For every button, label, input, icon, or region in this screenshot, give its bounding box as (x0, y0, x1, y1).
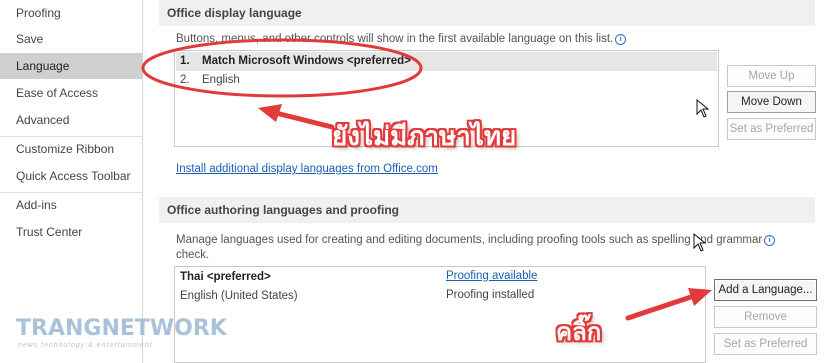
display-language-description: Buttons, menus, and other controls will … (176, 33, 627, 45)
mouse-cursor-icon (693, 233, 707, 252)
sidebar-item-customize-ribbon[interactable]: Customize Ribbon (0, 136, 142, 162)
sidebar-item-proofing[interactable]: Proofing (0, 0, 142, 26)
sidebar-item-save[interactable]: Save (0, 26, 142, 52)
install-display-languages-link[interactable]: Install additional display languages fro… (176, 163, 438, 175)
options-sidebar: Proofing Save Language Ease of Access Ad… (0, 0, 143, 363)
mouse-cursor-icon (696, 99, 710, 118)
annotation-no-thai-yet: ยังไม่มีภาษาไทย (332, 122, 517, 152)
watermark-logo: TRANGNETWORK (16, 316, 227, 341)
authoring-description-cont: check. (176, 249, 210, 261)
authoring-description: Manage languages used for creating and e… (176, 234, 776, 246)
sidebar-item-ease-of-access[interactable]: Ease of Access (0, 80, 142, 106)
info-icon[interactable]: i (764, 235, 776, 246)
annotation-click: คลิ๊ก (556, 318, 602, 346)
watermark-tagline: news technology & entertainment (18, 342, 153, 349)
display-language-header: Office display language (159, 0, 815, 26)
set-as-preferred-display-button[interactable]: Set as Preferred (727, 118, 816, 140)
move-down-button[interactable]: Move Down (727, 91, 816, 113)
proofing-available-link[interactable]: Proofing available (446, 270, 537, 282)
sidebar-item-quick-access-toolbar[interactable]: Quick Access Toolbar (0, 163, 142, 189)
add-language-button[interactable]: Add a Language... (714, 279, 817, 301)
authoring-languages-table[interactable]: Thai <preferred> Proofing available Engl… (174, 266, 706, 363)
language-cell: Thai <preferred> (180, 271, 271, 283)
sidebar-item-advanced[interactable]: Advanced (0, 107, 142, 133)
sidebar-item-add-ins[interactable]: Add-ins (0, 192, 142, 218)
move-up-button[interactable]: Move Up (727, 65, 816, 87)
list-item[interactable]: 1. Match Microsoft Windows <preferred> (176, 52, 717, 71)
remove-language-button[interactable]: Remove (714, 306, 817, 328)
sidebar-item-trust-center[interactable]: Trust Center (0, 219, 142, 245)
authoring-languages-header: Office authoring languages and proofing (159, 197, 815, 223)
language-options-panel: Office display language Buttons, menus, … (143, 0, 824, 363)
info-icon[interactable]: i (615, 34, 627, 45)
list-item[interactable]: 2. English (176, 71, 717, 90)
proofing-status: Proofing installed (446, 289, 535, 301)
sidebar-item-language[interactable]: Language (0, 53, 142, 79)
table-row[interactable]: English (United States) (176, 287, 704, 306)
language-cell: English (United States) (180, 290, 298, 302)
set-as-preferred-authoring-button[interactable]: Set as Preferred (714, 333, 817, 355)
table-row[interactable]: Thai <preferred> (176, 268, 704, 287)
